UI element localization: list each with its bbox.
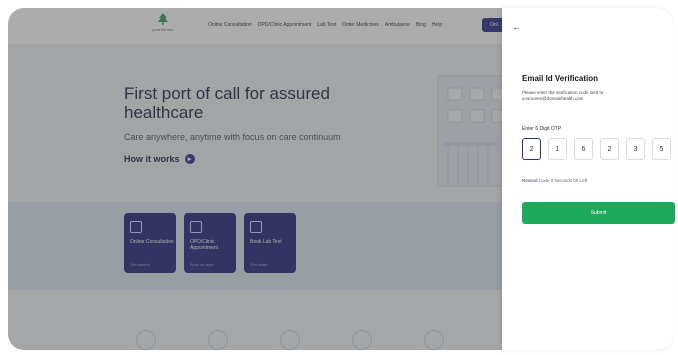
otp-digit-1[interactable]: 2 [522,138,541,160]
otp-digit-2[interactable]: 1 [548,138,567,160]
submit-button[interactable]: Submit [522,202,675,224]
panel-title: Email Id Verification [522,74,599,83]
resend-timer: Code 0 Seconds 00 Left [538,178,588,183]
email-verification-panel: ← Email Id Verification Please enter the… [502,8,675,350]
otp-label: Enter 6 Digit OTP [522,126,562,132]
otp-digit-6[interactable]: 5 [652,138,671,160]
app-frame: yourlifeline Online Consultation OPD/Cli… [0,0,678,355]
otp-digit-5[interactable]: 3 [626,138,645,160]
otp-input-group: 2 1 6 2 3 5 [522,138,671,160]
resend-link[interactable]: Resend [522,178,538,183]
panel-description: Please enter the verification code sent … [522,90,604,101]
resend-row: Resend Code 0 Seconds 00 Left [522,178,587,183]
otp-digit-4[interactable]: 2 [600,138,619,160]
otp-digit-3[interactable]: 6 [574,138,593,160]
back-arrow-icon[interactable]: ← [512,22,521,32]
